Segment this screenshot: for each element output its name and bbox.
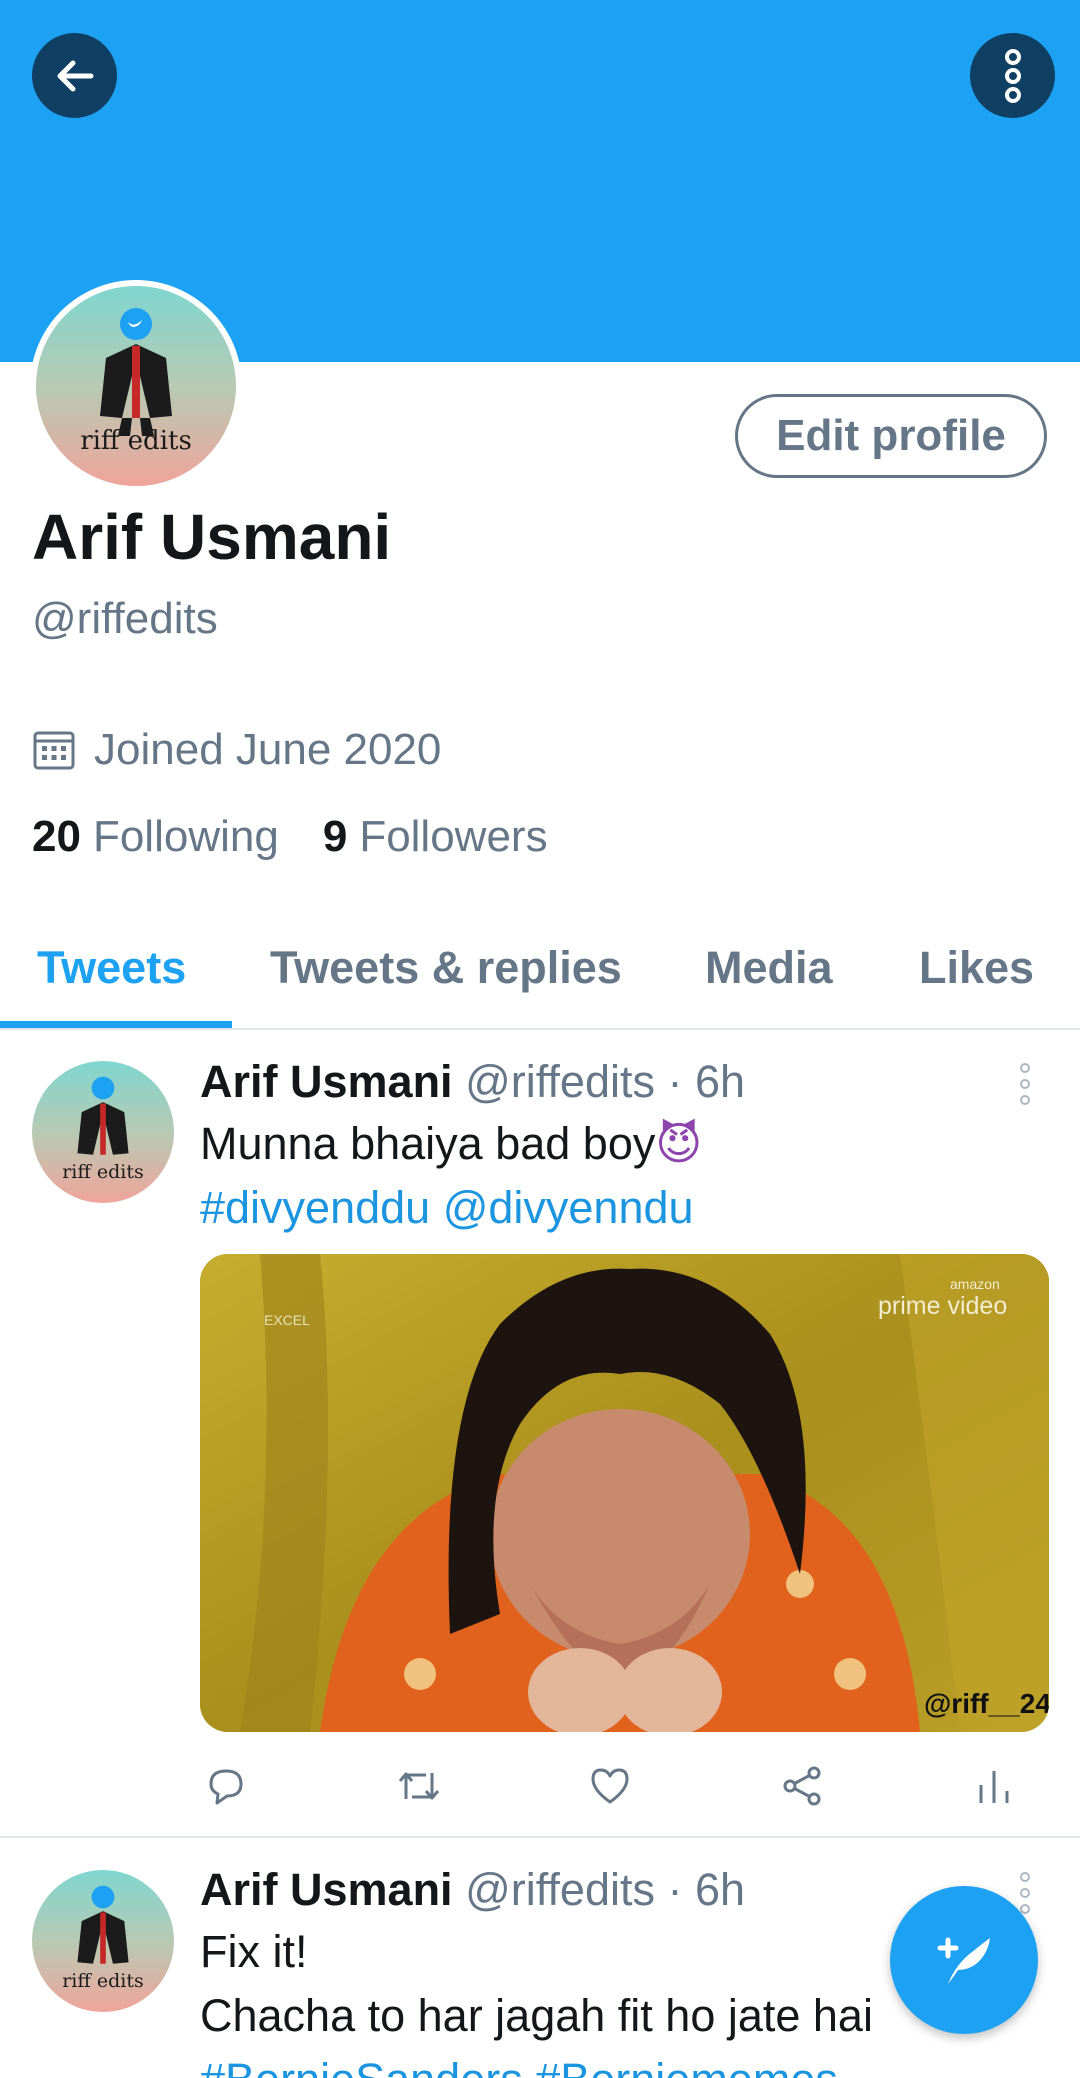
share-button[interactable] <box>775 1758 831 1814</box>
calendar-icon <box>33 731 75 770</box>
like-icon <box>591 1768 629 1804</box>
tweet-author-name[interactable]: Arif Usmani <box>200 1056 453 1107</box>
profile-display-name: Arif Usmani <box>32 501 392 573</box>
avatar-brand-text: riff edits <box>62 1161 144 1183</box>
like-button[interactable] <box>582 1758 638 1814</box>
tweet-separator: · <box>667 1864 683 1915</box>
media-watermark-top-right: prime video <box>878 1292 1008 1320</box>
share-icon <box>783 1766 821 1806</box>
reply-button[interactable] <box>198 1758 254 1814</box>
tab-media[interactable]: Media <box>705 942 833 994</box>
followers-count: 9 <box>322 812 348 861</box>
analytics-icon <box>979 1771 1009 1803</box>
tab-tweets-and-replies[interactable]: Tweets & replies <box>270 942 622 994</box>
active-tab-indicator <box>0 1021 232 1028</box>
following-link[interactable]: 20 Following <box>32 812 279 862</box>
tweet-author-handle: @riffedits <box>465 1056 655 1107</box>
tweet-header: Arif Usmani @riffedits · 6h <box>200 1864 745 1916</box>
following-label: Following <box>92 812 279 861</box>
tweet-time: 6h <box>695 1864 746 1915</box>
compose-tweet-button[interactable] <box>890 1886 1038 2034</box>
media-watermark-bottom-right: @riff__24 <box>924 1688 1049 1719</box>
video-still-illustration <box>200 1254 1049 1732</box>
hashtag-link[interactable]: #divyenddu <box>200 1182 430 1233</box>
tweet-text: Munna bhaiya bad boy😈 #divyenddu @divyen… <box>200 1112 702 1240</box>
tweet-media-image[interactable]: EXCEL amazon prime video @riff__24 <box>200 1254 1049 1732</box>
tweet-avatar[interactable]: riff edits <box>32 1061 174 1203</box>
tweet-avatar[interactable]: riff edits <box>32 1870 174 2012</box>
tweet-author-name[interactable]: Arif Usmani <box>200 1864 453 1915</box>
avatar-brand-text: riff edits <box>62 1970 144 1992</box>
tweet-time: 6h <box>695 1056 746 1107</box>
joined-date-text: Joined June 2020 <box>94 725 442 774</box>
tab-tweets[interactable]: Tweets <box>37 942 186 994</box>
mention-link[interactable]: @divyenndu <box>443 1182 694 1233</box>
more-options-button[interactable] <box>970 33 1055 118</box>
profile-avatar[interactable]: riff edits <box>30 280 242 492</box>
tweet-actions <box>0 1758 1080 1814</box>
tweet-separator: · <box>667 1056 683 1107</box>
media-watermark-top-left: EXCEL <box>264 1312 310 1328</box>
tweet-text-line: Chacha to har jagah fit ho jate hai <box>200 1990 873 2041</box>
avatar-brand-text: riff edits <box>80 426 192 456</box>
tweet-author-handle: @riffedits <box>465 1864 655 1915</box>
tweet-divider <box>0 1836 1080 1838</box>
followers-link[interactable]: 9 Followers <box>323 812 548 862</box>
retweet-button[interactable] <box>391 1758 447 1814</box>
analytics-button[interactable] <box>966 1758 1022 1814</box>
back-button[interactable] <box>32 33 117 118</box>
tweet-text: Fix it! Chacha to har jagah fit ho jate … <box>200 1920 873 2078</box>
follow-stats: 20 Following 9 Followers <box>32 812 548 862</box>
media-watermark-top-right-small: amazon <box>950 1276 1000 1292</box>
tweet-more-icon[interactable] <box>1015 1872 1035 1914</box>
avatar-logo-illustration <box>100 308 172 436</box>
joined-date-row: Joined June 2020 <box>32 722 441 778</box>
tweet-text-line: Munna bhaiya bad boy <box>200 1118 656 1169</box>
retweet-icon <box>398 1772 440 1800</box>
hashtag-link[interactable]: #BernieSanders #Berniememes <box>200 2048 873 2078</box>
profile-handle: @riffedits <box>32 594 218 643</box>
profile-tabs: Tweets Tweets & replies Media Likes <box>0 920 1080 1030</box>
more-vertical-icon <box>1004 48 1021 103</box>
compose-tweet-icon <box>937 1937 990 1984</box>
tweet-more-icon[interactable] <box>1015 1063 1035 1105</box>
followers-label: Followers <box>359 812 548 861</box>
following-count: 20 <box>32 812 81 861</box>
smiling-devil-emoji: 😈 <box>655 1118 703 1169</box>
reply-icon <box>209 1769 243 1805</box>
edit-profile-button[interactable]: Edit profile <box>735 394 1047 478</box>
arrow-left-icon <box>57 60 93 91</box>
tweet-header: Arif Usmani @riffedits · 6h <box>200 1056 745 1108</box>
tab-likes[interactable]: Likes <box>919 942 1034 994</box>
tweet-text-line: Fix it! <box>200 1926 308 1977</box>
